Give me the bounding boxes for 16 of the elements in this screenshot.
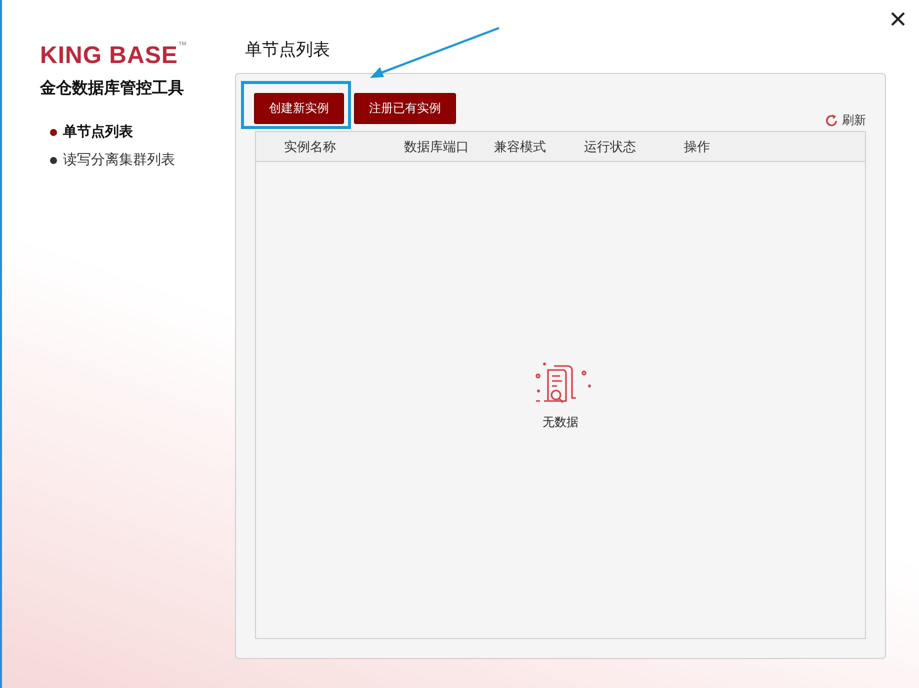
- column-header: 运行状态: [584, 138, 637, 156]
- column-header: 兼容模式: [494, 138, 547, 156]
- page-title: 单节点列表: [245, 39, 331, 61]
- action-button[interactable]: 创建新实例: [254, 93, 344, 124]
- close-icon: [890, 11, 906, 27]
- app-title: 金仓数据库管控工具: [40, 78, 185, 99]
- action-button[interactable]: 注册已有实例: [354, 93, 456, 124]
- column-header: 操作: [684, 138, 710, 156]
- column-header: 数据库端口: [404, 138, 470, 156]
- sidebar-item[interactable]: 读写分离集群列表: [50, 151, 235, 169]
- column-header: 实例名称: [284, 138, 337, 156]
- sidebar-item[interactable]: 单节点列表: [50, 123, 235, 141]
- refresh-button[interactable]: 刷新: [824, 112, 866, 129]
- logo: KING BASE$^{™}$: [40, 42, 188, 70]
- empty-text: 无数据: [542, 414, 578, 430]
- refresh-icon: [824, 113, 839, 128]
